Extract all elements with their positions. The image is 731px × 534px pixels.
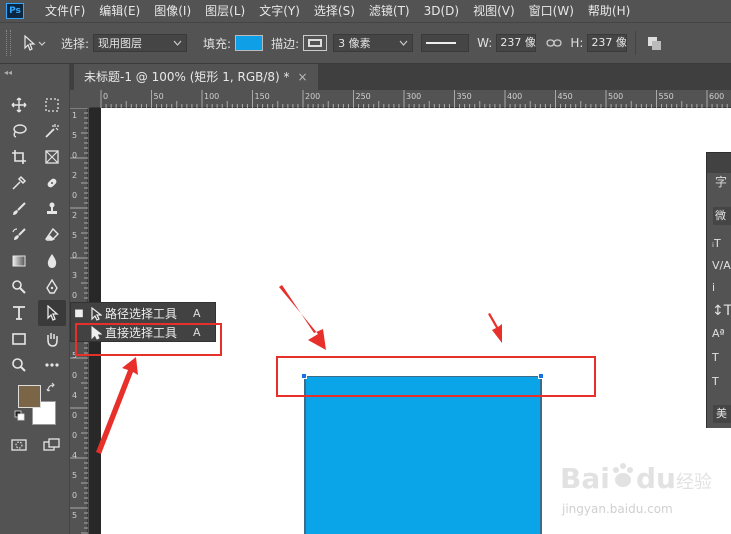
arrow-to-top-edge-icon <box>488 313 502 343</box>
font-size-icon: ᵢT <box>712 237 721 250</box>
vertical-scale-icon: ↕T <box>712 303 731 319</box>
arrow-to-top-left-anchor-icon <box>279 285 326 350</box>
language-field[interactable]: 美 <box>713 405 731 423</box>
text-style-icon: T <box>712 375 719 388</box>
character-tab[interactable]: 字 <box>715 173 727 190</box>
highlight-box-top-edge <box>276 356 596 397</box>
baidu-paw-icon <box>613 463 633 487</box>
flyout-item-shortcut: A <box>193 307 201 320</box>
watermark-brand: Bai <box>560 462 610 495</box>
active-tool-bullet: ■ <box>74 308 84 319</box>
annotation-arrows <box>96 285 502 454</box>
character-panel: 字 微 ᵢT V/A ⅰ ↕T Aª T T 美 <box>706 152 731 428</box>
watermark-jingyan: 经验 <box>676 472 712 493</box>
baidu-jingyan-watermark: Bai du 经验 jingyan.baidu.com <box>560 462 712 522</box>
path-selection-arrow-icon <box>87 306 105 321</box>
character-panel-header[interactable] <box>707 153 731 173</box>
flyout-item-path-selection[interactable]: ■ 路径选择工具 A <box>71 304 215 323</box>
baseline-shift-icon: Aª <box>712 327 725 340</box>
scale-percent-icon: ⅰ <box>712 281 716 294</box>
arrow-to-flyout-icon <box>96 357 138 454</box>
font-family-field[interactable]: 微 <box>713 207 731 225</box>
photoshop-window: Ps 文件(F) 编辑(E) 图像(I) 图层(L) 文字(Y) 选择(S) 滤… <box>0 0 731 534</box>
watermark-url: jingyan.baidu.com <box>562 502 673 516</box>
flyout-item-label: 路径选择工具 <box>105 307 178 321</box>
kerning-icon: V/A <box>712 259 731 272</box>
highlight-box-direct-selection <box>75 323 222 356</box>
text-option-icon: T <box>712 351 719 364</box>
watermark-brand-suffix: du <box>636 462 676 495</box>
